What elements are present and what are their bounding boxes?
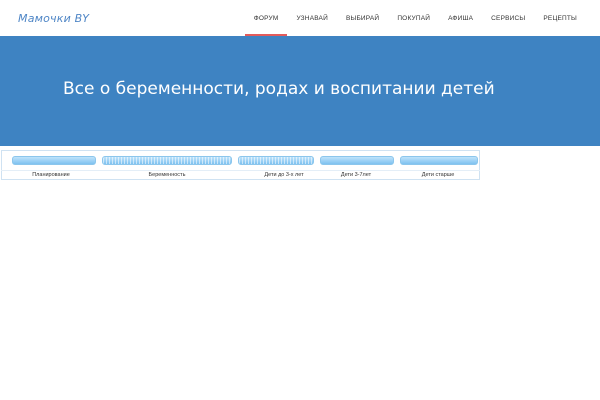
nav-item-services[interactable]: СЕРВИСЫ (482, 0, 534, 36)
category-label[interactable]: Дети 3-7лет (316, 172, 396, 178)
category-label[interactable]: Беременность (100, 172, 234, 178)
hero-banner: Все о беременности, родах и воспитании д… (0, 36, 600, 146)
category-label[interactable]: Планирование (2, 172, 100, 178)
category-bar[interactable] (400, 156, 478, 165)
category-divider (1, 170, 480, 171)
nav-item-choose[interactable]: ВЫБИРАЙ (337, 0, 388, 36)
nav-item-buy[interactable]: ПОКУПАЙ (388, 0, 439, 36)
hero-title: Все о беременности, родах и воспитании д… (63, 79, 495, 99)
site-logo[interactable]: Мамочки BY (18, 12, 89, 25)
top-navbar: Мамочки BY ФОРУМ УЗНАВАЙ ВЫБИРАЙ ПОКУПАЙ… (0, 0, 600, 37)
category-kids-3-7[interactable]: Дети 3-7лет (316, 151, 396, 181)
nav-item-forum[interactable]: ФОРУМ (244, 0, 288, 37)
category-kids-under-3[interactable]: Дети до 3-х лет (234, 151, 316, 181)
category-planning[interactable]: Планирование (2, 151, 100, 181)
nav-item-events[interactable]: АФИША (439, 0, 482, 36)
category-kids-older[interactable]: Дети старше (396, 151, 480, 181)
nav-item-learn[interactable]: УЗНАВАЙ (287, 0, 336, 36)
category-label[interactable]: Дети старше (396, 172, 480, 178)
main-nav: ФОРУМ УЗНАВАЙ ВЫБИРАЙ ПОКУПАЙ АФИША СЕРВ… (244, 0, 586, 37)
category-bar[interactable] (238, 156, 314, 165)
category-bar[interactable] (320, 156, 394, 165)
category-pregnancy[interactable]: Беременность (100, 151, 234, 181)
category-bar[interactable] (102, 156, 232, 165)
category-bar[interactable] (12, 156, 96, 165)
category-label[interactable]: Дети до 3-х лет (234, 172, 316, 178)
category-strip: Планирование Беременность Дети до 3-х ле… (1, 150, 480, 180)
nav-item-recipes[interactable]: РЕЦЕПТЫ (534, 0, 586, 36)
